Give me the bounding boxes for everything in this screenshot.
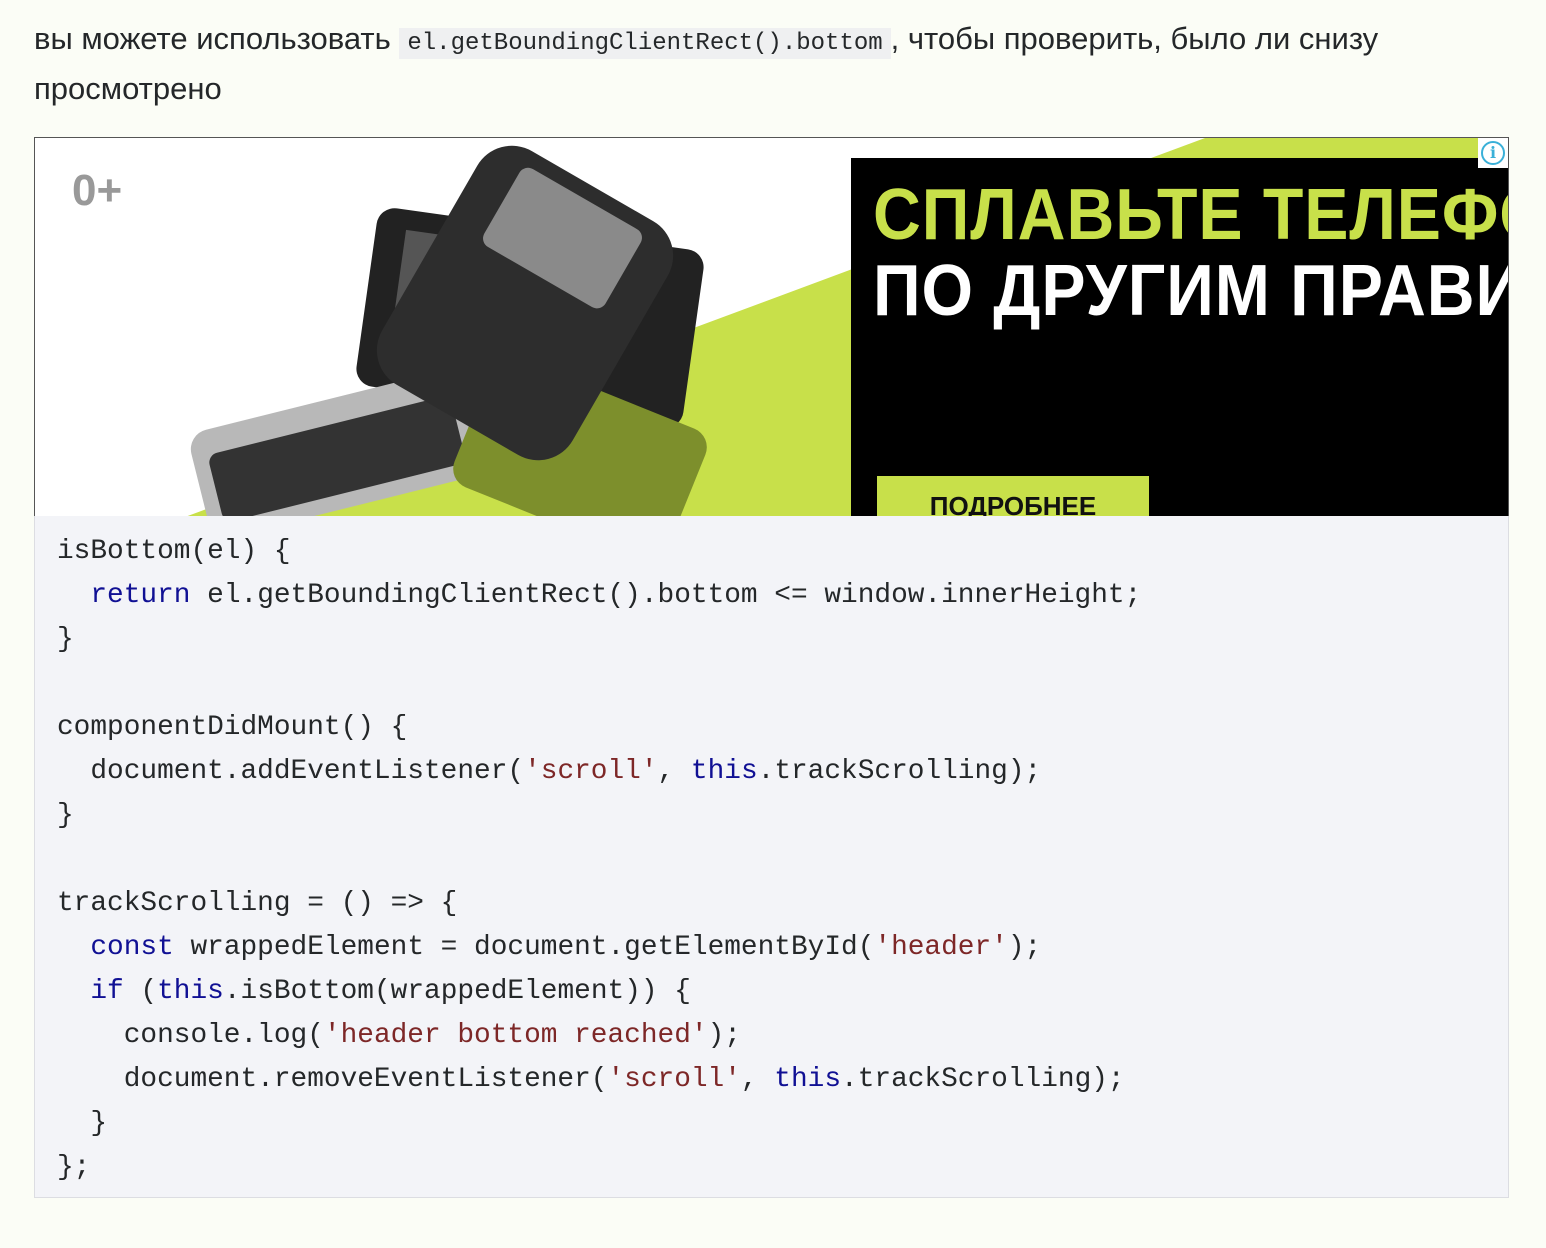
phones-image: [190, 145, 707, 516]
inline-code: el.getBoundingClientRect().bottom: [399, 28, 891, 59]
code-string: 'header': [874, 932, 1008, 963]
code-text: isBottom(el) {: [57, 536, 291, 567]
code-line: document.addEventListener('scroll', this…: [57, 750, 1508, 794]
code-content: isBottom(el) { return el.getBoundingClie…: [57, 530, 1508, 1190]
code-line: console.log('header bottom reached');: [57, 1014, 1508, 1058]
ad-headline-2: ПО ДРУГИМ ПРАВИ: [873, 251, 1509, 331]
code-text: .trackScrolling);: [841, 1064, 1125, 1095]
code-text: );: [1007, 932, 1042, 963]
code-string: 'scroll': [524, 756, 658, 787]
code-keyword: this: [774, 1064, 842, 1095]
code-line: isBottom(el) {: [57, 530, 1508, 574]
code-text: console.log(: [57, 1020, 324, 1051]
code-text: ,: [657, 756, 691, 787]
advertisement-banner[interactable]: 0+ СПЛАВЬТЕ ТЕЛЕФО ПО ДРУГИМ ПРАВИ ПОДРО…: [34, 137, 1509, 516]
code-keyword: this: [157, 976, 224, 1007]
code-line: }: [57, 794, 1508, 838]
code-string: 'scroll': [607, 1064, 741, 1095]
code-line: componentDidMount() {: [57, 706, 1508, 750]
code-line: trackScrolling = () => {: [57, 882, 1508, 926]
code-keyword: return: [90, 580, 191, 611]
answer-text-before: вы можете использовать: [34, 21, 400, 56]
ad-more-button[interactable]: ПОДРОБНЕЕ: [877, 476, 1149, 516]
code-line: document.removeEventListener('scroll', t…: [57, 1058, 1508, 1102]
ad-headline-1: СПЛАВЬТЕ ТЕЛЕФО: [873, 175, 1509, 255]
code-text: document.addEventListener(: [57, 756, 525, 787]
code-line: if (this.isBottom(wrappedElement)) {: [57, 970, 1508, 1014]
age-rating: 0+: [72, 166, 123, 215]
code-keyword: if: [90, 976, 124, 1007]
code-text: ,: [740, 1064, 775, 1095]
code-text: }: [57, 1108, 108, 1139]
code-text: trackScrolling = () => {: [57, 888, 458, 919]
code-text: .trackScrolling);: [757, 756, 1042, 787]
code-line: const wrappedElement = document.getEleme…: [57, 926, 1508, 970]
code-text: }: [57, 800, 74, 831]
code-string: 'header bottom reached': [323, 1020, 708, 1051]
code-line: }: [57, 1102, 1508, 1146]
code-text: };: [57, 1152, 91, 1183]
code-text: }: [57, 624, 74, 655]
code-line: }: [57, 618, 1508, 662]
code-block: isBottom(el) { return el.getBoundingClie…: [34, 516, 1509, 1198]
code-text: document.removeEventListener(: [57, 1064, 608, 1095]
code-text: wrappedElement = document.getElementById…: [173, 932, 875, 963]
code-keyword: const: [90, 932, 174, 963]
ad-info-button[interactable]: i: [1478, 138, 1508, 168]
code-line: return el.getBoundingClientRect().bottom…: [57, 574, 1508, 618]
code-text: el.getBoundingClientRect().bottom <= win…: [190, 580, 1142, 611]
code-text: (: [123, 976, 158, 1007]
code-text: .isBottom(wrappedElement)) {: [223, 976, 691, 1007]
code-text: );: [707, 1020, 741, 1051]
code-line: };: [57, 1146, 1508, 1190]
code-text: componentDidMount() {: [57, 712, 408, 743]
answer-paragraph: вы можете использовать el.getBoundingCli…: [34, 16, 1514, 111]
code-keyword: this: [690, 756, 758, 787]
info-icon: i: [1481, 141, 1505, 165]
